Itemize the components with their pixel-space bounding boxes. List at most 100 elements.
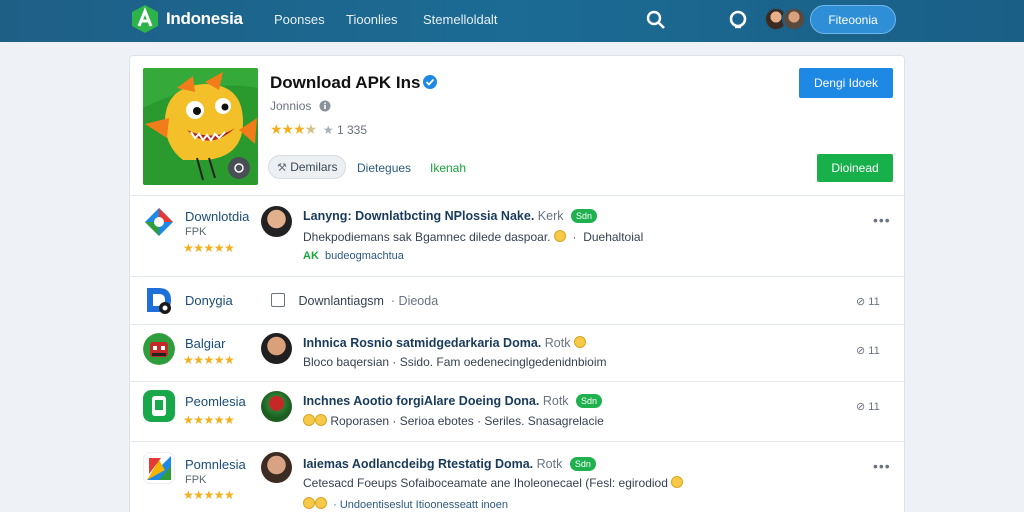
star-icon: ★ (319, 123, 334, 137)
headline-text: Lanyng: Downlatbcting NPlossia Nake. (303, 209, 535, 223)
nav-item-3[interactable]: Stemelloldalt (423, 12, 497, 27)
row-text: Roporasen · Serioa ebotes · Seriles. Sna… (303, 414, 604, 428)
app-icon[interactable] (143, 390, 175, 422)
smile-icon (315, 414, 327, 426)
row-text-body: Cetesacd Foeups Sofaiboceamate ane Ihole… (303, 476, 668, 490)
star-rating-icon: ★★★★★ (183, 413, 235, 427)
secondary-link[interactable]: Ikenah (430, 161, 466, 175)
headline-meta: Rotk (536, 457, 563, 471)
divider (130, 441, 906, 442)
row-footer[interactable]: · Undoentiseslut Itioonesseatt inoen (303, 497, 508, 511)
smile-icon (315, 497, 327, 509)
row-headline[interactable]: Downlantiagsm · Dieoda (271, 293, 438, 308)
app-icon[interactable] (143, 452, 175, 484)
headline-text: Inhnica Rosnio satmidgedarkaria Doma. (303, 336, 542, 350)
headline-text: Downlantiagsm (298, 294, 384, 308)
row-headline[interactable]: Inchnes Aootio forgiAlare Doeing Dona. R… (303, 394, 603, 408)
headline-meta: Rotk (542, 394, 569, 408)
brand-name[interactable]: Indonesia (166, 9, 243, 29)
app-icon[interactable] (143, 333, 175, 365)
row-app-name[interactable]: Donygia (185, 293, 233, 308)
row-text-tail: Duehaltoial (583, 230, 644, 244)
rating-count: 1 335 (337, 123, 368, 137)
row-text-body: Dhekpodiemans sak Bgamnec dilede daspoar… (303, 230, 551, 244)
divider (130, 195, 906, 196)
star-rating-icon: ★★★★★ (183, 241, 235, 255)
clock-icon: ⊘ (856, 401, 866, 413)
info-icon (319, 100, 331, 112)
chip-label: Demilars (290, 160, 338, 174)
count-text: 11 (868, 296, 880, 308)
user-avatars[interactable] (764, 7, 806, 33)
row-text: Bloco baqersian · Ssido. Fam oedenecingl… (303, 355, 607, 369)
top-bar: Indonesia Poonses Tioonlies Stemelloldal… (0, 0, 1024, 42)
primary-download-button[interactable]: Dengi Idoek (799, 68, 893, 98)
developer-name[interactable]: Jonnios (270, 99, 331, 113)
folder-icon (271, 293, 285, 307)
avatar (782, 7, 806, 31)
app-card: Download APK Ins Jonnios ★★★★ ★ 1 335 De… (129, 55, 906, 512)
count-indicator: ⊘ 11 (856, 344, 880, 357)
row-headline[interactable]: Lanyng: Downlatbcting NPlossia Nake. Ker… (303, 209, 597, 223)
app-title-text: Download APK Ins (270, 73, 421, 92)
nav-item-2[interactable]: Tioonlies (346, 12, 398, 27)
download-button[interactable]: Dioinead (817, 154, 893, 182)
app-title: Download APK Ins (270, 73, 437, 93)
header-action-button[interactable]: Fiteoonia (810, 5, 896, 34)
divider (130, 276, 906, 277)
row-footer-text: Undoentiseslut Itioonesseatt inoen (339, 499, 509, 511)
app-rating: ★★★★ ★ 1 335 (270, 121, 367, 138)
row-app-name[interactable]: Peomlesia (185, 394, 246, 409)
smile-icon (303, 497, 315, 509)
headline-meta: Rotk (544, 336, 571, 350)
row-text: Cetesacd Foeups Sofaiboceamate ane Ihole… (303, 476, 684, 490)
row-app-name[interactable]: Pomnlesia (185, 457, 246, 472)
row-app-type: FPK (185, 474, 207, 486)
avatar[interactable] (261, 333, 292, 364)
row-footer[interactable]: AK budeogmachtua (303, 250, 404, 262)
status-badge: Sdn (570, 209, 597, 223)
row-app-name[interactable]: Downlotdia (185, 209, 249, 224)
count-indicator: ⊘ 11 (856, 295, 880, 308)
row-footer-text: budeogmachtua (325, 250, 404, 262)
notification-icon[interactable] (727, 9, 749, 31)
verified-icon (422, 75, 437, 89)
row-headline[interactable]: Iaiemas Aodlancdeibg Rtestatig Doma. Rot… (303, 457, 596, 471)
search-icon[interactable] (645, 9, 667, 31)
more-options-icon[interactable]: ••• (873, 458, 891, 474)
filter-chip[interactable]: ⚒ Demilars (268, 155, 346, 179)
row-headline[interactable]: Inhnica Rosnio satmidgedarkaria Doma. Ro… (303, 336, 586, 350)
more-options-icon[interactable]: ••• (873, 212, 891, 228)
clock-icon: ⊘ (856, 296, 866, 308)
category-link[interactable]: Dietegues (357, 161, 411, 175)
app-icon (143, 68, 258, 185)
headline-meta: Dieoda (398, 294, 439, 308)
app-icon[interactable] (143, 284, 175, 316)
avatar[interactable] (261, 206, 292, 237)
star-rating-icon: ★★★★★ (183, 488, 235, 502)
count-text: 11 (868, 345, 880, 357)
row-footer-tag: AK (303, 250, 319, 262)
smile-icon (553, 230, 566, 242)
count-indicator: ⊘ 11 (856, 400, 880, 413)
nav-item-1[interactable]: Poonses (274, 12, 325, 27)
avatar[interactable] (261, 452, 292, 483)
app-icon[interactable] (143, 206, 175, 238)
status-badge: Sdn (569, 457, 596, 471)
headline-text: Inchnes Aootio forgiAlare Doeing Dona. (303, 394, 540, 408)
smile-icon (573, 336, 586, 348)
row-app-name[interactable]: Balgiar (185, 336, 225, 351)
avatar[interactable] (261, 391, 292, 422)
brand-logo-icon[interactable] (130, 4, 160, 34)
divider (130, 381, 906, 382)
clock-icon: ⊘ (856, 345, 866, 357)
count-text: 11 (868, 401, 880, 413)
status-badge: Sdn (576, 394, 603, 408)
row-text: Dhekpodiemans sak Bgamnec dilede daspoar… (303, 230, 644, 244)
star-rating-icon: ★★★ (270, 121, 306, 137)
smile-icon (303, 414, 315, 426)
row-text-body: Roporasen · Serioa ebotes · Seriles. Sna… (330, 414, 604, 428)
wrench-icon: ⚒ (277, 162, 287, 174)
headline-text: Iaiemas Aodlancdeibg Rtestatig Doma. (303, 457, 534, 471)
star-rating-icon: ★★★★★ (183, 353, 235, 367)
